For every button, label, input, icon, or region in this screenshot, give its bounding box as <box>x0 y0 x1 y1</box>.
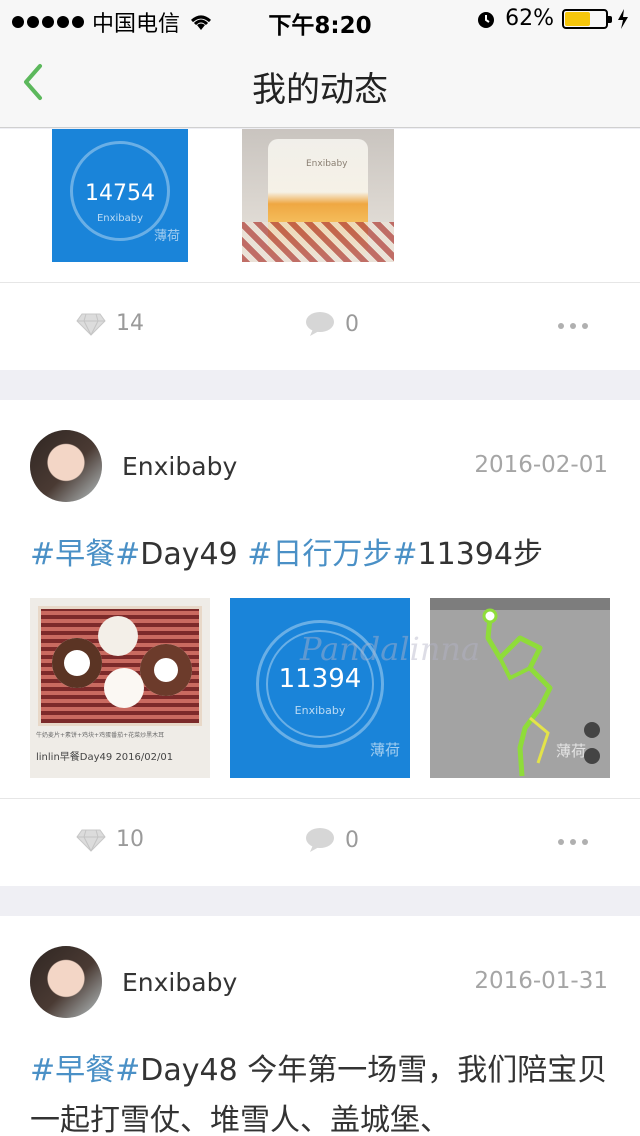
post-date: 2016-02-01 <box>474 452 608 478</box>
nav-bar: 我的动态 <box>0 40 640 128</box>
jar-label: Enxibaby <box>306 159 348 169</box>
more-dots-icon[interactable] <box>558 839 588 845</box>
post-card: 14754 Enxibaby 薄荷 Enxibaby 14 0 <box>0 129 640 370</box>
post-image-map[interactable]: 薄荷 <box>430 598 610 778</box>
step-brand: Enxibaby <box>96 213 144 224</box>
watermark-text: Pandalinna <box>300 630 481 668</box>
map-corner-label: 薄荷 <box>555 742 586 760</box>
breakfast-caption: linlin早餐Day49 2016/02/01 <box>36 752 174 763</box>
diamond-icon <box>76 313 106 336</box>
post-text: #早餐#Day48 今年第一场雪，我们陪宝贝一起打雪仗、堆雪人、盖城堡、 <box>0 1046 640 1136</box>
battery-icon <box>562 8 612 29</box>
username[interactable]: Enxibaby <box>122 452 237 481</box>
post-date: 2016-01-31 <box>474 968 608 994</box>
post-actions: 14 0 <box>0 282 640 370</box>
step-count: 11394 <box>278 664 362 694</box>
battery-percent: 62% <box>505 6 554 31</box>
comment-button[interactable]: 0 <box>305 827 359 853</box>
post-text-plain: 11394步 <box>417 537 543 572</box>
step-corner-label: 薄荷 <box>369 741 400 759</box>
section-divider <box>0 886 640 916</box>
username[interactable]: Enxibaby <box>122 968 237 997</box>
like-button[interactable]: 10 <box>76 827 144 852</box>
hashtag-link[interactable]: #早餐# <box>30 1053 140 1088</box>
post-card: Enxibaby 2016-02-01 #早餐#Day49 #日行万步#1139… <box>0 400 640 886</box>
post-card: Enxibaby 2016-01-31 #早餐#Day48 今年第一场雪，我们陪… <box>0 916 640 1136</box>
post-image-jar[interactable]: Enxibaby <box>242 129 394 262</box>
post-image-grid: 牛奶麦片+素饼+鸡块+鸡蛋番茄+花菜炒黑木耳 linlin早餐Day49 201… <box>0 598 640 778</box>
post-image-steps[interactable]: 11394 Enxibaby 薄荷 <box>230 598 410 778</box>
alarm-icon <box>478 11 495 28</box>
status-bar: 中国电信 下午8:20 62% <box>0 0 640 40</box>
avatar[interactable] <box>30 946 102 1018</box>
speech-bubble-icon <box>306 828 334 852</box>
avatar[interactable] <box>30 430 102 502</box>
post-image-breakfast[interactable]: 牛奶麦片+素饼+鸡块+鸡蛋番茄+花菜炒黑木耳 linlin早餐Day49 201… <box>30 598 210 778</box>
like-button[interactable]: 14 <box>76 311 144 336</box>
step-corner-label: 薄荷 <box>153 229 180 244</box>
like-count: 14 <box>116 311 144 336</box>
hashtag-link[interactable]: #日行万步# <box>247 537 417 572</box>
like-count: 10 <box>116 827 144 852</box>
step-brand: Enxibaby <box>294 704 346 717</box>
comment-count: 0 <box>345 827 359 853</box>
post-image-steps[interactable]: 14754 Enxibaby 薄荷 <box>52 129 188 262</box>
section-divider <box>0 370 640 400</box>
breakfast-menu-text: 牛奶麦片+素饼+鸡块+鸡蛋番茄+花菜炒黑木耳 <box>36 732 165 739</box>
feed-list[interactable]: 14754 Enxibaby 薄荷 Enxibaby 14 0 Enxibaby… <box>0 129 640 1136</box>
comment-button[interactable]: 0 <box>305 311 359 337</box>
more-dots-icon[interactable] <box>558 323 588 329</box>
post-header: Enxibaby 2016-01-31 <box>0 916 640 1046</box>
post-actions: 10 0 <box>0 798 640 886</box>
speech-bubble-icon <box>306 312 334 336</box>
charging-bolt-icon <box>618 8 628 29</box>
comment-count: 0 <box>345 311 359 337</box>
page-title: 我的动态 <box>252 70 388 110</box>
diamond-icon <box>76 829 106 852</box>
post-text-plain: Day49 <box>140 537 248 572</box>
step-count: 14754 <box>85 181 155 206</box>
hashtag-link[interactable]: #早餐# <box>30 537 140 572</box>
post-header: Enxibaby 2016-02-01 <box>0 400 640 530</box>
post-text: #早餐#Day49 #日行万步#11394步 <box>0 530 640 598</box>
